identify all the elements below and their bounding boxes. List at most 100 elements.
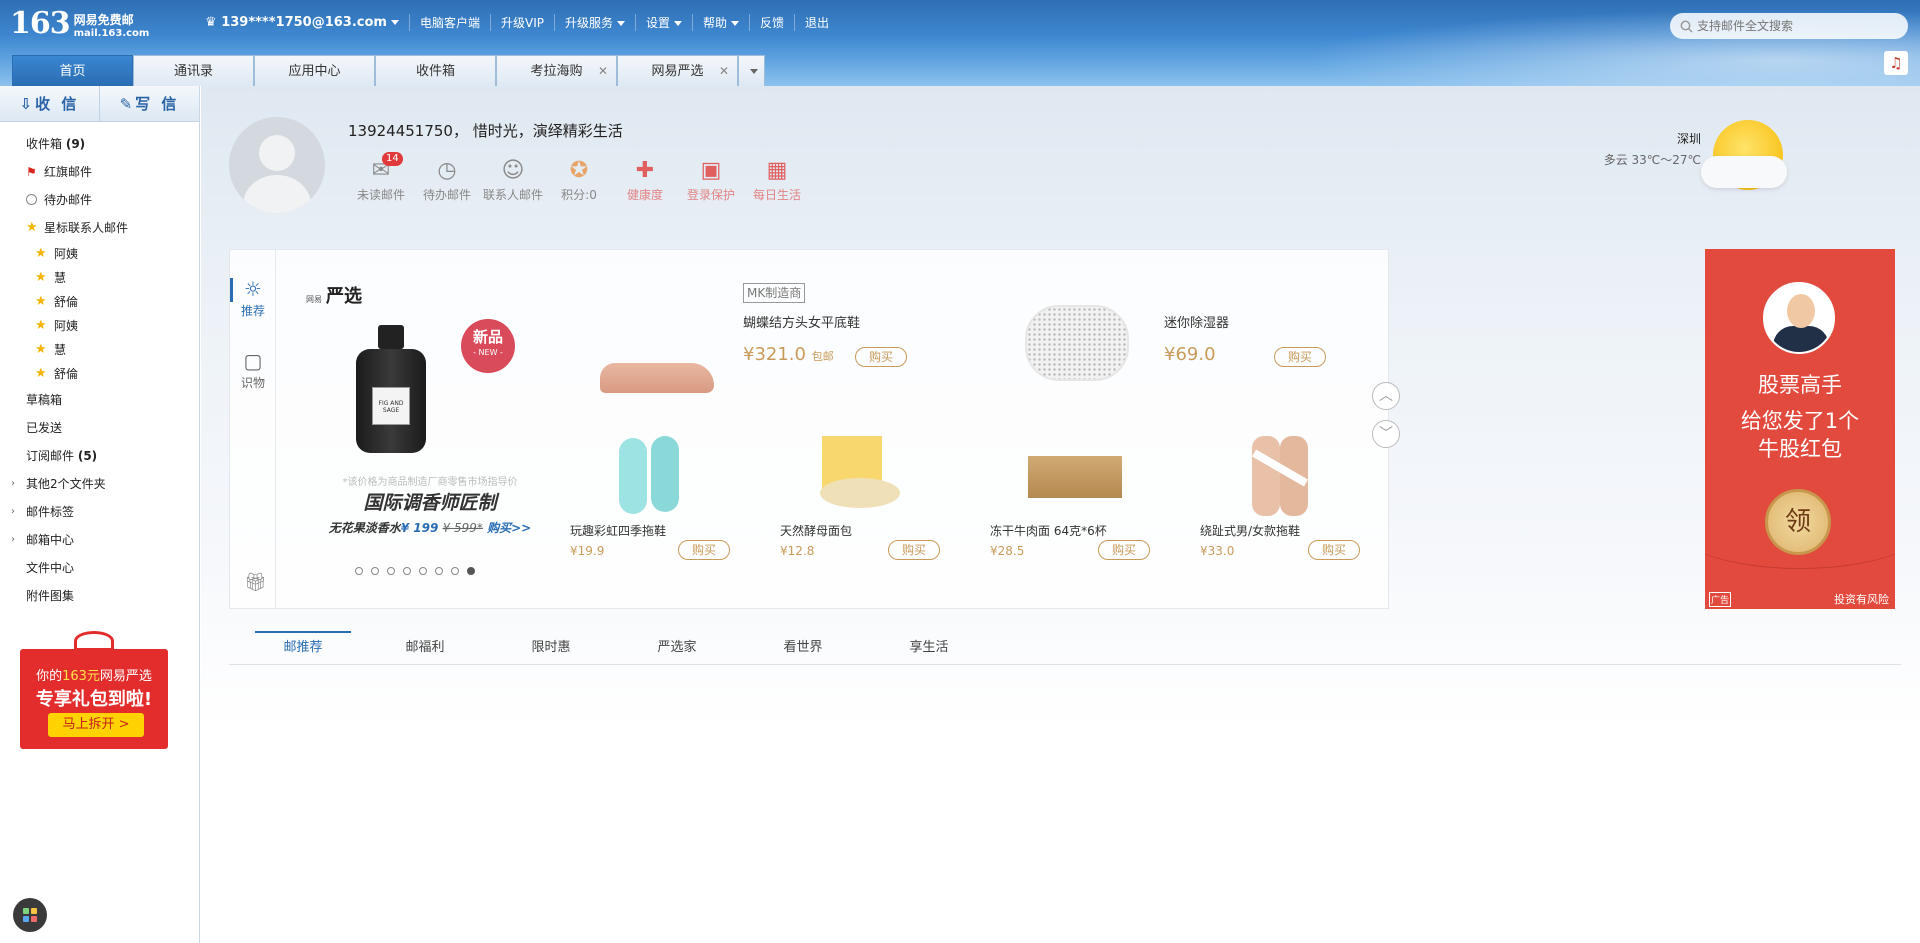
folder-tags[interactable]: › 邮件标签 [0, 498, 199, 526]
panel-nav-identify[interactable]: ▢ 识物 [230, 348, 276, 391]
carousel-dot[interactable] [403, 567, 411, 575]
feed-tab-yanxuan[interactable]: 严选家 [629, 631, 725, 665]
carousel-dot[interactable] [451, 567, 459, 575]
starred-contact[interactable]: ★ 慧 [0, 266, 199, 290]
feedback-link[interactable]: 反馈 [749, 14, 794, 31]
bread-image[interactable] [780, 436, 900, 516]
gift-icon[interactable]: 🎁︎ [244, 572, 267, 593]
quick-health[interactable]: ✚ 健康度 [612, 156, 678, 203]
chevron-down-icon [390, 20, 399, 25]
quick-contacts[interactable]: ☺ 联系人邮件 [480, 156, 546, 203]
folder-other[interactable]: › 其他2个文件夹 [0, 470, 199, 498]
tab-yanxuan[interactable]: 网易严选 ✕ [617, 55, 738, 86]
buy-button[interactable]: 购买 [855, 347, 907, 367]
slipper-image[interactable] [605, 436, 705, 516]
tab-inbox[interactable]: 收件箱 [375, 55, 496, 86]
account-menu[interactable]: ♛ 139****1750@163.com [205, 15, 409, 30]
music-icon[interactable]: ♫ [1884, 51, 1908, 75]
account-email: 139****1750@163.com [221, 15, 387, 30]
folder-sent[interactable]: 已发送 [0, 414, 199, 442]
stock-ad[interactable]: 股票高手 给您发了1个 牛股红包 领 广告 投资有风险 [1705, 249, 1895, 609]
search-box[interactable] [1670, 13, 1908, 39]
feed-tab-life[interactable]: 享生活 [881, 631, 977, 665]
client-link[interactable]: 电脑客户端 [408, 14, 490, 31]
carousel-dot[interactable] [435, 567, 443, 575]
quick-login-protect[interactable]: ▣ 登录保护 [678, 156, 744, 203]
advisor-portrait [1763, 282, 1835, 354]
folder-todo[interactable]: 待办邮件 [0, 186, 199, 214]
upgrade-service-menu[interactable]: 升级服务 [553, 14, 635, 31]
close-icon[interactable]: ✕ [719, 56, 729, 87]
starred-contact[interactable]: ★ 慧 [0, 338, 199, 362]
product-name[interactable]: 冻干牛肉面 64克*6杯 [990, 522, 1107, 539]
folder-starred[interactable]: ★ 星标联系人邮件 [0, 214, 199, 242]
folder-files[interactable]: 文件中心 [0, 554, 199, 582]
claim-button[interactable]: 领 [1765, 489, 1831, 555]
buy-button[interactable]: 购买 [678, 540, 730, 560]
apps-grid-button[interactable] [13, 898, 47, 932]
carousel-dot[interactable] [419, 567, 427, 575]
tab-contacts[interactable]: 通讯录 [133, 55, 254, 86]
quick-points[interactable]: ✪ 积分:0 [546, 156, 612, 203]
panel-nav-recommend[interactable]: ☼ 推荐 [230, 276, 276, 319]
perfume-image[interactable]: FIG AND SAGE [350, 325, 432, 453]
feed-tab-welfare[interactable]: 邮福利 [377, 631, 473, 665]
carousel-dot[interactable] [355, 567, 363, 575]
buy-button[interactable]: 购买 [1098, 540, 1150, 560]
dehumidifier-image[interactable] [1025, 305, 1129, 381]
settings-menu[interactable]: 设置 [635, 14, 692, 31]
scroll-up-button[interactable]: ︿ [1372, 382, 1400, 410]
folder-mail-center[interactable]: › 邮箱中心 [0, 526, 199, 554]
product-name[interactable]: 绕趾式男/女款拖鞋 [1200, 522, 1300, 539]
starred-contact[interactable]: ★ 舒倫 [0, 362, 199, 386]
noodle-box-image[interactable] [990, 436, 1122, 516]
write-button[interactable]: ✎写 信 [100, 86, 199, 121]
gift-ad[interactable]: 你的163元网易严选 专享礼包到啦! 马上拆开 > [16, 631, 176, 751]
help-menu[interactable]: 帮助 [692, 14, 749, 31]
quick-unread[interactable]: ✉ 14 未读邮件 [348, 152, 414, 203]
flat-shoe-image[interactable] [600, 355, 714, 395]
feed-tab-recommend[interactable]: 邮推荐 [255, 631, 351, 665]
sandal-image[interactable] [1200, 436, 1308, 516]
scroll-down-button[interactable]: ﹀ [1372, 420, 1400, 448]
buy-button[interactable]: 购买 [888, 540, 940, 560]
open-gift-button[interactable]: 马上拆开 > [48, 713, 144, 737]
feature-subtitle[interactable]: 无花果淡香水¥ 199 ¥ 599* 购买>> [300, 519, 560, 536]
quick-todo[interactable]: ◷ 待办邮件 [414, 156, 480, 203]
logout-link[interactable]: 退出 [794, 14, 839, 31]
buy-button[interactable]: 购买 [1308, 540, 1360, 560]
avatar[interactable] [229, 117, 325, 213]
weather-widget[interactable]: 深圳 多云 33℃～27℃ [1591, 130, 1701, 168]
starred-contact[interactable]: ★ 阿姨 [0, 314, 199, 338]
folder-subscriptions[interactable]: 订阅邮件 (5) [0, 442, 199, 470]
quick-daily[interactable]: ▦ 每日生活 [744, 156, 810, 203]
product-name[interactable]: 天然酵母面包 [780, 522, 852, 539]
tab-app-center[interactable]: 应用中心 [254, 55, 375, 86]
gift-bow-icon [74, 631, 114, 651]
folder-flagged[interactable]: ⚑ 红旗邮件 [0, 158, 199, 186]
carousel-dot-active[interactable] [467, 567, 475, 575]
folder-attachments[interactable]: 附件图集 [0, 582, 199, 610]
feed-tab-limited[interactable]: 限时惠 [503, 631, 599, 665]
tab-home[interactable]: 首页 [12, 55, 133, 86]
mail-logo[interactable]: 163 网易免费邮 mail.163.com [10, 8, 149, 41]
carousel-dot[interactable] [387, 567, 395, 575]
starred-contact[interactable]: ★ 舒倫 [0, 290, 199, 314]
search-input[interactable] [1697, 19, 1897, 33]
tab-kaola[interactable]: 考拉海购 ✕ [496, 55, 617, 86]
close-icon[interactable]: ✕ [598, 56, 608, 87]
product-name[interactable]: 迷你除湿器 [1164, 312, 1229, 331]
folder-inbox[interactable]: 收件箱 (9) [0, 130, 199, 158]
carousel-dot[interactable] [371, 567, 379, 575]
folder-drafts[interactable]: 草稿箱 [0, 386, 199, 414]
starred-contact[interactable]: ★ 阿姨 [0, 242, 199, 266]
receive-button[interactable]: ⇩收 信 [0, 86, 100, 121]
upgrade-vip-link[interactable]: 升级VIP [489, 14, 554, 31]
more-tabs-button[interactable] [738, 55, 765, 86]
medkit-icon: ✚ [635, 158, 655, 183]
feed-tab-world[interactable]: 看世界 [755, 631, 851, 665]
feature-title[interactable]: 国际调香师匠制 [310, 488, 550, 515]
product-name[interactable]: 蝴蝶结方头女平底鞋 [743, 312, 860, 331]
product-name[interactable]: 玩趣彩虹四季拖鞋 [570, 522, 666, 539]
buy-button[interactable]: 购买 [1274, 347, 1326, 367]
